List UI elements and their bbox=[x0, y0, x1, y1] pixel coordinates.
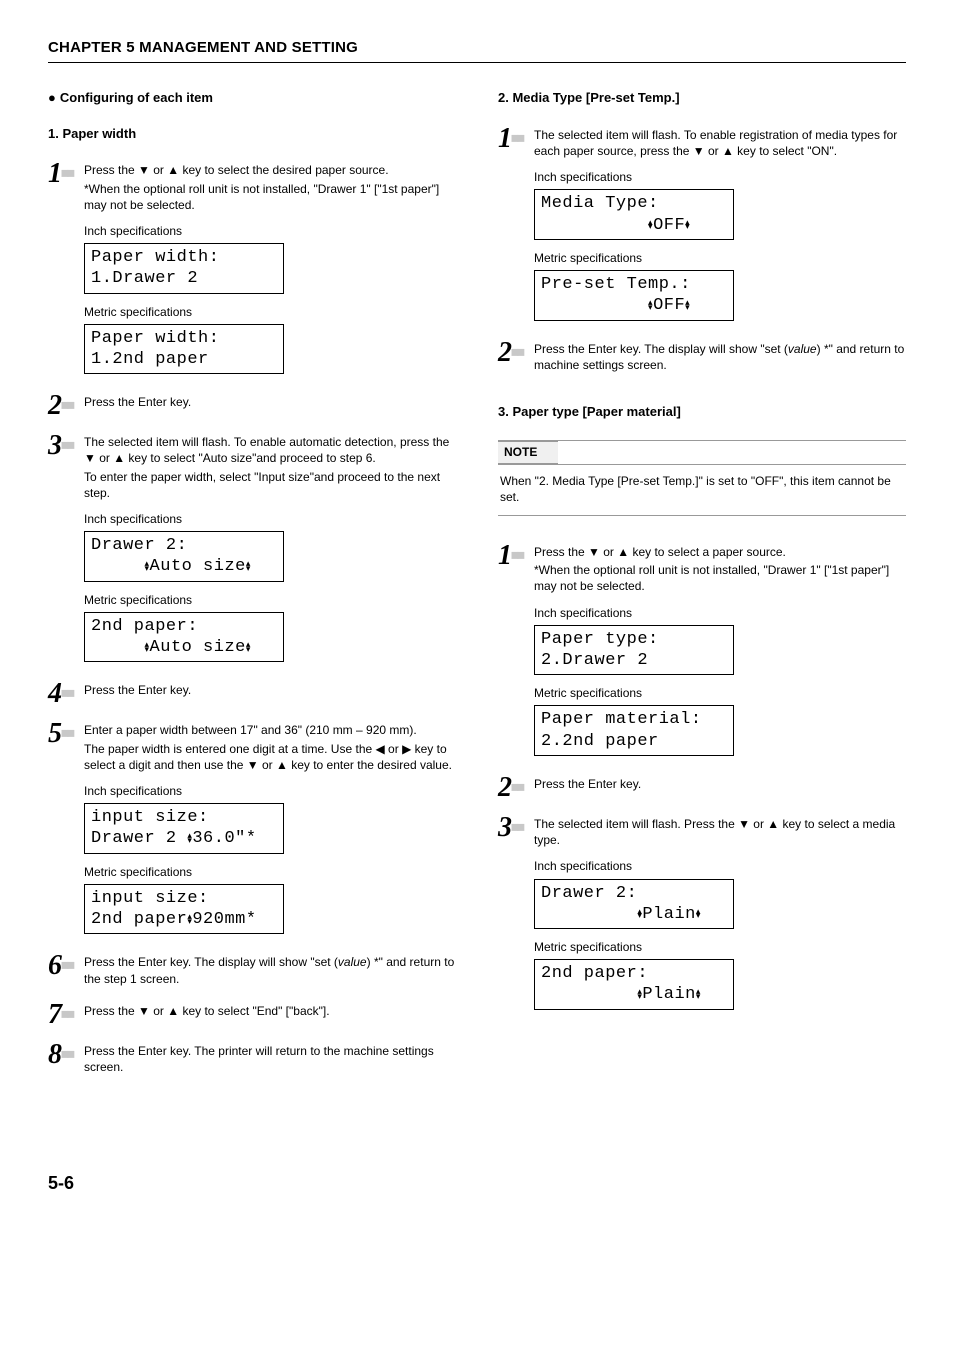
spec-label: Metric specifications bbox=[84, 864, 456, 880]
updown-arrows-icon: ▴▾ bbox=[246, 642, 251, 651]
note-body: When "2. Media Type [Pre-set Temp.]" is … bbox=[498, 465, 906, 516]
step-text: *When the optional roll unit is not inst… bbox=[534, 562, 906, 594]
updown-arrows-icon: ▴▾ bbox=[187, 914, 192, 923]
step-number: 5▪▪ bbox=[48, 720, 84, 940]
sec1-heading: 1. Paper width bbox=[48, 125, 456, 143]
left-step-3: 3▪▪ The selected item will flash. To ena… bbox=[48, 434, 456, 668]
updown-arrows-icon: ▴▾ bbox=[637, 909, 642, 918]
right-sec3-step-2: 2▪▪ Press the Enter key. bbox=[498, 776, 906, 802]
left-step-8: 8▪▪ Press the Enter key. The printer wil… bbox=[48, 1043, 456, 1077]
note-block: NOTE When "2. Media Type [Pre-set Temp.]… bbox=[498, 440, 906, 516]
note-label: NOTE bbox=[498, 441, 558, 463]
spec-label: Metric specifications bbox=[534, 685, 906, 701]
lcd-display: input size: 2nd paper▴▾920mm* bbox=[84, 884, 284, 935]
lcd-display: input size: Drawer 2 ▴▾36.0"* bbox=[84, 803, 284, 854]
config-heading-text: Configuring of each item bbox=[60, 90, 213, 105]
step-number: 2▪▪ bbox=[498, 339, 534, 375]
step-text: Enter a paper width between 17" and 36" … bbox=[84, 722, 456, 738]
left-step-7: 7▪▪ Press the ▼ or ▲ key to select "End"… bbox=[48, 1003, 456, 1029]
step-text: Press the Enter key. The display will sh… bbox=[84, 954, 456, 986]
step-text: Press the ▼ or ▲ key to select the desir… bbox=[84, 162, 456, 178]
step-number: 2▪▪ bbox=[48, 392, 84, 420]
updown-arrows-icon: ▴▾ bbox=[637, 989, 642, 998]
lcd-display: Paper width: 1.Drawer 2 bbox=[84, 243, 284, 294]
spec-label: Inch specifications bbox=[84, 783, 456, 799]
left-column: ● Configuring of each item 1. Paper width… bbox=[48, 89, 456, 1091]
step-number: 3▪▪ bbox=[498, 814, 534, 1016]
left-step-2: 2▪▪ Press the Enter key. bbox=[48, 394, 456, 420]
spec-label: Inch specifications bbox=[534, 169, 906, 185]
spec-label: Inch specifications bbox=[84, 223, 456, 239]
bullet-icon: ● bbox=[48, 90, 56, 105]
step-text: Press the Enter key. The display will sh… bbox=[534, 341, 906, 373]
lcd-display: Drawer 2: ▴▾Auto size▴▾ bbox=[84, 531, 284, 582]
step-number: 1▪▪ bbox=[498, 542, 534, 762]
updown-arrows-icon: ▴▾ bbox=[685, 220, 690, 229]
step-text: Press the ▼ or ▲ key to select "End" ["b… bbox=[84, 1003, 456, 1019]
step-text: Press the Enter key. bbox=[84, 682, 456, 698]
step-text: The selected item will flash. To enable … bbox=[534, 127, 906, 159]
lcd-display: 2nd paper: ▴▾Auto size▴▾ bbox=[84, 612, 284, 663]
left-step-6: 6▪▪ Press the Enter key. The display wil… bbox=[48, 954, 456, 988]
step-number: 1▪▪ bbox=[48, 160, 84, 380]
lcd-display: Paper material: 2.2nd paper bbox=[534, 705, 734, 756]
updown-arrows-icon: ▴▾ bbox=[246, 561, 251, 570]
lcd-display: Paper type: 2.Drawer 2 bbox=[534, 625, 734, 676]
right-sec2-step-2: 2▪▪ Press the Enter key. The display wil… bbox=[498, 341, 906, 375]
right-column: 2. Media Type [Pre-set Temp.] 1▪▪ The se… bbox=[498, 89, 906, 1091]
right-sec3-step-3: 3▪▪ The selected item will flash. Press … bbox=[498, 816, 906, 1016]
spec-label: Inch specifications bbox=[534, 858, 906, 874]
step-text: Press the Enter key. The printer will re… bbox=[84, 1043, 456, 1075]
step-text: Press the Enter key. bbox=[534, 776, 906, 792]
updown-arrows-icon: ▴▾ bbox=[648, 220, 653, 229]
lcd-display: Drawer 2: ▴▾Plain▴▾ bbox=[534, 879, 734, 930]
sec3-heading: 3. Paper type [Paper material] bbox=[498, 403, 906, 421]
sec2-heading: 2. Media Type [Pre-set Temp.] bbox=[498, 89, 906, 107]
lcd-display: Pre-set Temp.: ▴▾OFF▴▾ bbox=[534, 270, 734, 321]
spec-label: Metric specifications bbox=[84, 592, 456, 608]
step-number: 8▪▪ bbox=[48, 1041, 84, 1077]
right-sec2-step-1: 1▪▪ The selected item will flash. To ena… bbox=[498, 127, 906, 327]
step-text: To enter the paper width, select "Input … bbox=[84, 469, 456, 501]
step-number: 2▪▪ bbox=[498, 774, 534, 802]
lcd-display: Media Type: ▴▾OFF▴▾ bbox=[534, 189, 734, 240]
left-step-5: 5▪▪ Enter a paper width between 17" and … bbox=[48, 722, 456, 940]
columns: ● Configuring of each item 1. Paper width… bbox=[48, 89, 906, 1091]
step-text: The paper width is entered one digit at … bbox=[84, 741, 456, 773]
step-text: The selected item will flash. To enable … bbox=[84, 434, 456, 466]
updown-arrows-icon: ▴▾ bbox=[685, 300, 690, 309]
updown-arrows-icon: ▴▾ bbox=[648, 300, 653, 309]
page-number: 5-6 bbox=[48, 1171, 906, 1195]
right-sec3-step-1: 1▪▪ Press the ▼ or ▲ key to select a pap… bbox=[498, 544, 906, 762]
chapter-title: CHAPTER 5 MANAGEMENT AND SETTING bbox=[48, 38, 906, 63]
step-number: 6▪▪ bbox=[48, 952, 84, 988]
spec-label: Metric specifications bbox=[534, 939, 906, 955]
lcd-display: Paper width: 1.2nd paper bbox=[84, 324, 284, 375]
spec-label: Metric specifications bbox=[84, 304, 456, 320]
left-step-4: 4▪▪ Press the Enter key. bbox=[48, 682, 456, 708]
spec-label: Inch specifications bbox=[534, 605, 906, 621]
lcd-display: 2nd paper: ▴▾Plain▴▾ bbox=[534, 959, 734, 1010]
step-number: 7▪▪ bbox=[48, 1001, 84, 1029]
spec-label: Inch specifications bbox=[84, 511, 456, 527]
step-text: *When the optional roll unit is not inst… bbox=[84, 181, 456, 213]
updown-arrows-icon: ▴▾ bbox=[145, 642, 150, 651]
updown-arrows-icon: ▴▾ bbox=[145, 561, 150, 570]
updown-arrows-icon: ▴▾ bbox=[696, 989, 701, 998]
updown-arrows-icon: ▴▾ bbox=[696, 909, 701, 918]
step-number: 4▪▪ bbox=[48, 680, 84, 708]
spec-label: Metric specifications bbox=[534, 250, 906, 266]
updown-arrows-icon: ▴▾ bbox=[187, 833, 192, 842]
step-text: The selected item will flash. Press the … bbox=[534, 816, 906, 848]
config-heading: ● Configuring of each item bbox=[48, 89, 456, 107]
left-step-1: 1▪▪ Press the ▼ or ▲ key to select the d… bbox=[48, 162, 456, 380]
step-number: 1▪▪ bbox=[498, 125, 534, 327]
step-number: 3▪▪ bbox=[48, 432, 84, 668]
step-text: Press the Enter key. bbox=[84, 394, 456, 410]
step-text: Press the ▼ or ▲ key to select a paper s… bbox=[534, 544, 906, 560]
